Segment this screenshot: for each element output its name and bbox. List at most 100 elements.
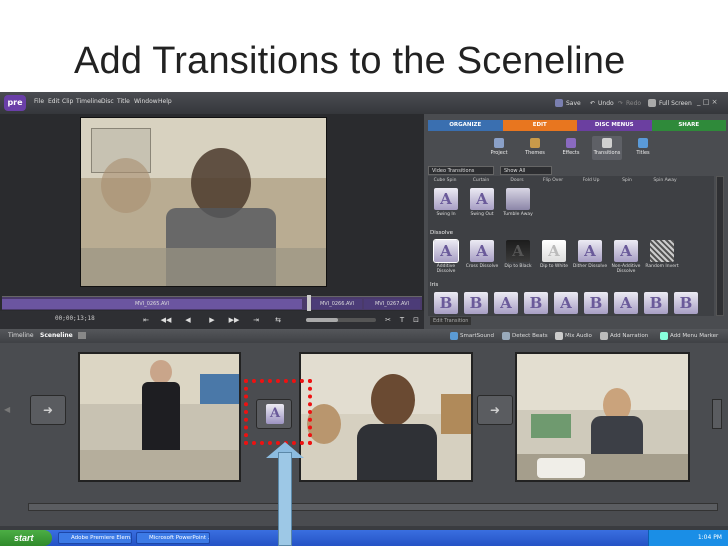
clip-mvi-0265[interactable]: MVI_0265.AVI bbox=[2, 299, 302, 309]
menu-timeline[interactable]: Timeline bbox=[76, 98, 102, 105]
tab-sceneline[interactable]: Sceneline bbox=[40, 332, 73, 339]
tab-timeline[interactable]: Timeline bbox=[8, 332, 34, 339]
filter-dropdown[interactable]: Show All bbox=[500, 166, 552, 175]
swing-in-label: Swing In bbox=[436, 212, 456, 217]
transition-non-additive-dissolve[interactable]: A bbox=[614, 240, 638, 262]
transition-random-invert[interactable] bbox=[650, 240, 674, 262]
menu-window[interactable]: Window bbox=[134, 98, 158, 105]
mini-timeline[interactable]: MVI_0265.AVI MVI_0266.AVI MVI_0267.AVI bbox=[2, 295, 422, 311]
dip-to-black-label: Dip to Black bbox=[504, 264, 532, 269]
transition-doors[interactable]: Doors bbox=[502, 178, 532, 183]
scene-view-icon[interactable] bbox=[78, 332, 86, 339]
transition-additive-dissolve[interactable]: A bbox=[433, 239, 459, 263]
iris-transition-5[interactable]: A bbox=[554, 292, 578, 314]
loop-button[interactable]: ⇆ bbox=[272, 315, 284, 325]
tab-organize[interactable]: ORGANIZE bbox=[428, 120, 503, 131]
scene-clip-3[interactable] bbox=[515, 352, 690, 482]
transition-slot-next[interactable]: ➜ bbox=[477, 395, 513, 425]
shuttle-slider[interactable] bbox=[306, 318, 376, 322]
swing-out-label: Swing Out bbox=[470, 212, 494, 217]
smartsound-button[interactable]: SmartSound bbox=[450, 332, 494, 340]
category-dropdown[interactable]: Video Transitions bbox=[428, 166, 494, 175]
effects-icon bbox=[566, 138, 576, 148]
mix-audio-button[interactable]: Mix Audio bbox=[555, 332, 592, 340]
transition-dither-dissolve[interactable]: A bbox=[578, 240, 602, 262]
transition-spin-away[interactable]: Spin Away bbox=[650, 178, 680, 183]
window-controls[interactable]: _ □ × bbox=[697, 98, 717, 106]
taskbar-powerpoint[interactable]: Microsoft PowerPoint ... bbox=[136, 532, 210, 544]
redo-button[interactable]: ↷ Redo bbox=[618, 97, 641, 109]
transition-dip-to-black[interactable]: A bbox=[506, 240, 530, 262]
edit-transition-button[interactable]: Edit Transition bbox=[430, 317, 472, 325]
dissolve-group-label: Dissolve bbox=[430, 230, 454, 236]
transition-curtain[interactable]: Curtain bbox=[466, 178, 496, 183]
transition-slot-start[interactable]: ➜ bbox=[30, 395, 66, 425]
add-text-button[interactable]: T bbox=[396, 315, 408, 325]
transitions-label: Transitions bbox=[593, 150, 621, 156]
undo-button[interactable]: ↶ Undo bbox=[590, 97, 614, 109]
dip-to-white-label: Dip to White bbox=[539, 264, 569, 269]
freeze-frame-button[interactable]: ⊡ bbox=[410, 315, 422, 325]
themes-tool[interactable]: Themes bbox=[520, 136, 550, 160]
iris-transition-1[interactable]: B bbox=[434, 292, 458, 314]
save-button[interactable]: Save bbox=[555, 97, 581, 109]
menu-disc[interactable]: Disc bbox=[101, 98, 114, 105]
scene3-paper bbox=[537, 458, 585, 478]
iris-transition-3[interactable]: A bbox=[494, 292, 518, 314]
tab-edit[interactable]: EDIT bbox=[502, 120, 577, 131]
transition-cube-spin[interactable]: Cube Spin bbox=[430, 178, 460, 183]
scroll-left-icon[interactable]: ◀ bbox=[4, 405, 10, 414]
app-logo: pre bbox=[4, 95, 26, 111]
menu-title[interactable]: Title bbox=[117, 98, 130, 105]
tab-share[interactable]: SHARE bbox=[651, 120, 726, 131]
menu-file[interactable]: File bbox=[34, 98, 44, 105]
tab-disc-menus[interactable]: DISC MENUS bbox=[577, 120, 652, 131]
scene-clip-1[interactable] bbox=[78, 352, 241, 482]
playhead[interactable] bbox=[307, 295, 311, 311]
scene-clip-2[interactable] bbox=[299, 352, 473, 482]
redo-label: Redo bbox=[626, 99, 642, 107]
scene1-teacher-head bbox=[150, 360, 172, 384]
sceneline-scrollbar[interactable] bbox=[28, 503, 718, 511]
additive-dissolve-label: Additive Dissolve bbox=[436, 264, 456, 274]
titles-tool[interactable]: Titles bbox=[628, 136, 658, 160]
iris-transition-6[interactable]: B bbox=[584, 292, 608, 314]
go-to-end-button[interactable]: ⇥ bbox=[250, 315, 262, 325]
rewind-button[interactable]: ◀ bbox=[182, 315, 194, 325]
step-back-button[interactable]: ◀◀ bbox=[160, 315, 172, 325]
play-button[interactable]: ▶ bbox=[206, 315, 218, 325]
split-clip-button[interactable]: ✂ bbox=[382, 315, 394, 325]
transition-dip-to-white[interactable]: A bbox=[542, 240, 566, 262]
transition-cross-dissolve[interactable]: A bbox=[470, 240, 494, 262]
clip-mvi-0267[interactable]: MVI_0267.AVI bbox=[364, 299, 420, 309]
project-tool[interactable]: Project bbox=[484, 136, 514, 160]
transition-fold-up[interactable]: Fold Up bbox=[576, 178, 606, 183]
go-to-start-button[interactable]: ⇤ bbox=[140, 315, 152, 325]
iris-transition-8[interactable]: B bbox=[644, 292, 668, 314]
detect-beats-button[interactable]: Detect Beats bbox=[502, 332, 548, 340]
forward-button[interactable]: ▶▶ bbox=[228, 315, 240, 325]
menu-edit[interactable]: Edit bbox=[48, 98, 60, 105]
menu-clip[interactable]: Clip bbox=[62, 98, 73, 105]
scroll-right-icon[interactable] bbox=[712, 399, 722, 429]
transition-flip-over[interactable]: Flip Over bbox=[538, 178, 568, 183]
transition-spin[interactable]: Spin bbox=[612, 178, 642, 183]
add-menu-marker-button[interactable]: Add Menu Marker bbox=[660, 332, 718, 340]
transition-swing-in[interactable]: A bbox=[434, 188, 458, 210]
transition-tumble-away[interactable] bbox=[506, 188, 530, 210]
monitor-panel: MVI_0265.AVI MVI_0266.AVI MVI_0267.AVI 0… bbox=[0, 114, 424, 329]
clip-mvi-0266[interactable]: MVI_0266.AVI bbox=[312, 299, 362, 309]
iris-transition-4[interactable]: B bbox=[524, 292, 548, 314]
iris-transition-9[interactable]: B bbox=[674, 292, 698, 314]
full-screen-button[interactable]: Full Screen bbox=[648, 97, 692, 109]
effects-tool[interactable]: Effects bbox=[556, 136, 586, 160]
iris-transition-2[interactable]: B bbox=[464, 292, 488, 314]
taskbar-premiere[interactable]: Adobe Premiere Elem... bbox=[58, 532, 132, 544]
transitions-tool[interactable]: Transitions bbox=[592, 136, 622, 160]
start-button[interactable]: start bbox=[0, 530, 52, 546]
iris-transition-7[interactable]: A bbox=[614, 292, 638, 314]
transitions-scrollbar[interactable] bbox=[716, 176, 724, 316]
menu-help[interactable]: Help bbox=[158, 98, 172, 105]
transition-swing-out[interactable]: A bbox=[470, 188, 494, 210]
add-narration-button[interactable]: Add Narration bbox=[600, 332, 648, 340]
